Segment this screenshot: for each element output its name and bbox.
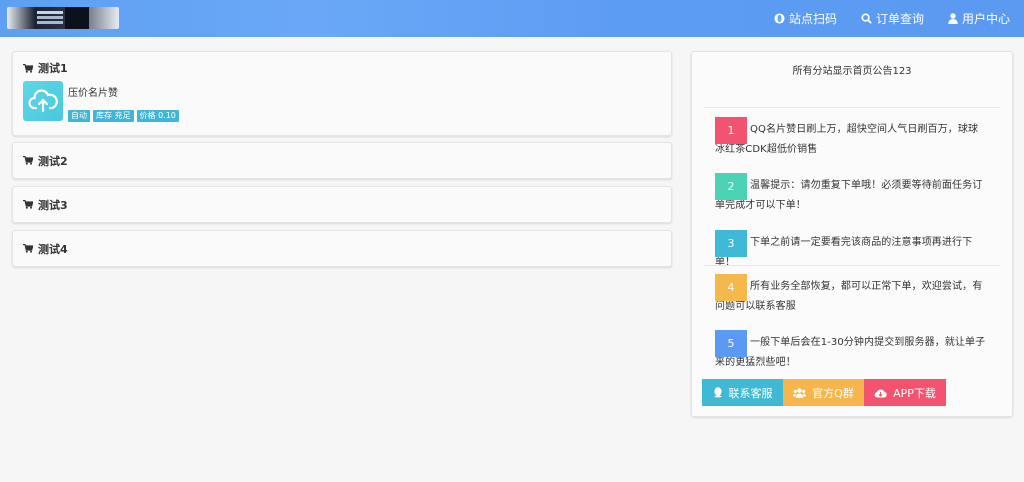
button-label: 官方Q群 (812, 386, 854, 400)
notice-text: 下单之前请一定要看完该商品的注意事项再进行下单！ (715, 237, 973, 268)
notice-item: 5 一般下单后会在1-30分钟内提交到服务器，就让单子来的更猛烈些吧！ (715, 330, 987, 373)
top-navbar: 站点扫码 订单查询 用户中心 (0, 0, 1024, 37)
notice-number: 1 (715, 117, 747, 144)
product-image (23, 81, 63, 121)
cloud-download-icon (874, 389, 887, 397)
nav-item-label: 订单查询 (875, 12, 924, 26)
action-buttons: 联系客服 官方Q群 APP下载 (702, 379, 946, 406)
qq-icon (713, 387, 722, 398)
cart-icon (23, 244, 33, 253)
product-name: 压价名片赞 (68, 88, 118, 99)
category-card: 测试4 (12, 230, 672, 267)
button-label: 联系客服 (728, 386, 773, 400)
notice-number: 2 (715, 173, 747, 200)
notice-number: 4 (715, 274, 747, 301)
announcement-text: 所有分站显示首页公告123 (792, 66, 912, 77)
cart-icon (23, 63, 33, 73)
nav-item-label: 用户中心 (961, 12, 1010, 26)
category-name: 测试3 (38, 198, 68, 212)
nav-item-user-center[interactable]: 用户中心 (948, 10, 1010, 27)
notice-item: 4 所有业务全部恢复，都可以正常下单，欢迎尝试，有问题可以联系客服 (715, 274, 987, 317)
group-icon (793, 387, 807, 398)
notice-item: 2 温馨提示：请勿重复下单哦！必须要等待前面任务订单完成才可以下单！ (715, 173, 987, 216)
tag-price: 价格 0.10 (136, 110, 179, 122)
nav-item-label: 站点扫码 (788, 12, 837, 26)
notice-number: 3 (715, 230, 747, 257)
cart-icon (23, 200, 33, 209)
notice-item: 3 下单之前请一定要看完该商品的注意事项再进行下单！ (715, 230, 987, 273)
nav-menu: 站点扫码 订单查询 用户中心 (750, 0, 1010, 37)
tag-auto: 自动 (68, 110, 90, 122)
category-name: 测试4 (38, 242, 68, 256)
button-label: APP下载 (893, 386, 936, 400)
user-icon (948, 13, 958, 24)
cloud-upload-icon (28, 89, 58, 113)
notice-text: 所有业务全部恢复，都可以正常下单，欢迎尝试，有问题可以联系客服 (715, 281, 983, 312)
notice-number: 5 (715, 330, 747, 357)
category-header[interactable]: 测试1 (13, 52, 671, 82)
contact-service-button[interactable]: 联系客服 (702, 379, 783, 406)
notice-item: 1 QQ名片赞日刷上万，超快空间人气日刷百万，球球冰红茶CDK超低价销售 (715, 117, 987, 160)
notice-text: 一般下单后会在1-30分钟内提交到服务器，就让单子来的更猛烈些吧！ (715, 337, 986, 368)
official-group-button[interactable]: 官方Q群 (783, 379, 864, 406)
divider (704, 107, 1000, 108)
category-card: 测试3 (12, 186, 672, 223)
search-icon (861, 13, 872, 24)
notice-text: QQ名片赞日刷上万，超快空间人气日刷百万，球球冰红茶CDK超低价销售 (715, 124, 979, 155)
product-tags: 自动 库存 充足 价格 0.10 (68, 110, 179, 122)
category-name: 测试2 (38, 154, 68, 168)
cart-icon (23, 156, 33, 165)
logo-text-lines (37, 11, 63, 14)
nav-item-order-query[interactable]: 订单查询 (861, 10, 924, 27)
site-logo[interactable] (7, 7, 119, 29)
app-download-button[interactable]: APP下载 (864, 379, 946, 406)
category-header[interactable]: 测试4 (13, 231, 671, 266)
announcement-panel: 所有分站显示首页公告123 1 QQ名片赞日刷上万，超快空间人气日刷百万，球球冰… (691, 51, 1013, 417)
notice-text: 温馨提示：请勿重复下单哦！必须要等待前面任务订单完成才可以下单！ (715, 180, 983, 211)
category-card: 测试2 (12, 142, 672, 179)
nav-item-site-scan[interactable]: 站点扫码 (774, 10, 837, 27)
logo-figure (65, 7, 89, 29)
category-header[interactable]: 测试2 (13, 143, 671, 178)
site-icon (774, 13, 785, 24)
category-header[interactable]: 测试3 (13, 187, 671, 222)
category-name: 测试1 (38, 62, 68, 75)
divider (704, 265, 1000, 266)
tag-stock: 库存 充足 (93, 110, 134, 122)
category-card: 测试1 压价名片赞 自动 库存 充足 价格 0.10 (12, 51, 672, 136)
